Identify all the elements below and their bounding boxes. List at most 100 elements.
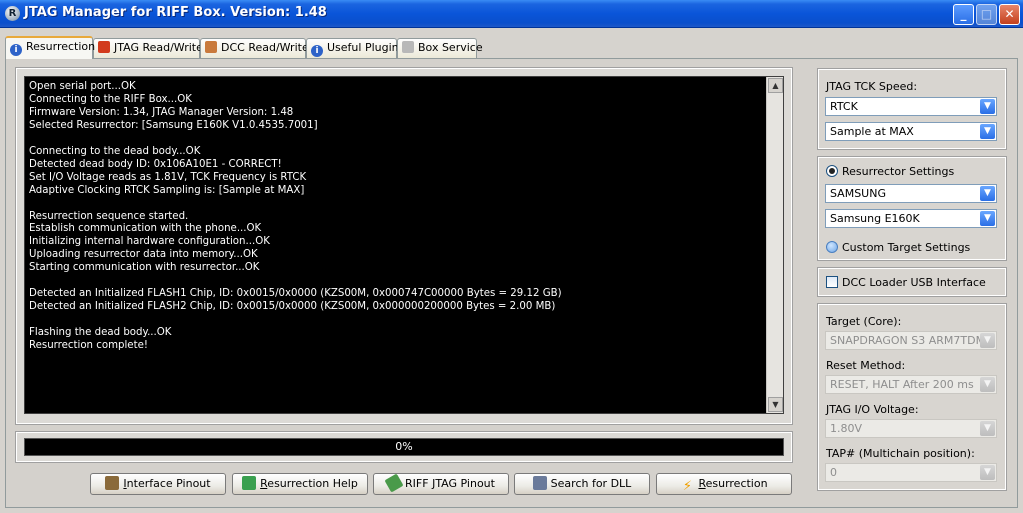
btn-mnemonic: R	[698, 477, 706, 490]
log-line: Firmware Version: 1.34, JTAG Manager Ver…	[29, 106, 294, 118]
cable-icon	[384, 473, 404, 493]
riff-jtag-pinout-button[interactable]: RIFF JTAG Pinout	[373, 473, 509, 495]
combo-value: SAMSUNG	[830, 187, 886, 200]
combo-value: Sample at MAX	[830, 125, 914, 138]
book-icon	[205, 41, 217, 53]
dropdown-arrow-icon[interactable]: ▼	[980, 211, 995, 226]
target-core-label: Target (Core):	[826, 315, 902, 328]
dropdown-arrow-icon[interactable]: ▼	[980, 186, 995, 201]
scroll-up-icon[interactable]: ▲	[768, 78, 783, 93]
tab-box-service[interactable]: Box Service	[397, 38, 483, 58]
log-scrollbar[interactable]: ▲ ▼	[766, 77, 783, 413]
log-line: Resurrection sequence started.	[29, 210, 189, 222]
log-line: Resurrection complete!	[29, 340, 148, 352]
sampling-select[interactable]: Sample at MAX ▼	[825, 122, 997, 141]
tck-speed-select[interactable]: RTCK ▼	[825, 97, 997, 116]
tab-dcc-read-write[interactable]: DCC Read/Write	[200, 38, 309, 58]
btn-text: RIFF JTAG Pinout	[405, 477, 495, 490]
dropdown-arrow-icon[interactable]: ▼	[980, 421, 995, 436]
io-voltage-select[interactable]: 1.80V ▼	[825, 419, 997, 438]
tab-label: DCC Read/Write	[221, 41, 309, 54]
chip-icon	[98, 41, 110, 53]
dropdown-arrow-icon[interactable]: ▼	[980, 124, 995, 139]
progress-text: 0%	[395, 440, 413, 453]
scroll-down-icon[interactable]: ▼	[768, 397, 783, 412]
maximize-button[interactable]: □	[976, 4, 997, 25]
combo-value: 1.80V	[830, 422, 863, 435]
interface-pinout-button[interactable]: Interface Pinout	[90, 473, 226, 495]
resurrection-help-button[interactable]: Resurrection Help	[232, 473, 368, 495]
log-line: Establish communication with the phone..…	[29, 223, 262, 235]
log-line: Adaptive Clocking RTCK Sampling is: [Sam…	[29, 184, 305, 196]
log-line: Set I/O Voltage reads as 1.81V, TCK Freq…	[29, 171, 307, 183]
minimize-button[interactable]: _	[953, 4, 974, 25]
log-line: Detected an Initialized FLASH1 Chip, ID:…	[29, 288, 562, 300]
log-line: Connecting to the dead body...OK	[29, 145, 201, 157]
app-window: R JTAG Manager for RIFF Box. Version: 1.…	[0, 0, 1023, 513]
box-icon	[402, 41, 414, 53]
combo-value: SNAPDRAGON S3 ARM7TDMI	[830, 334, 989, 347]
tab-resurrection[interactable]: i Resurrection	[5, 36, 96, 59]
combo-value: 0	[830, 466, 837, 479]
tck-speed-label: JTAG TCK Speed:	[826, 80, 918, 93]
tab-label: Useful Plugins	[327, 41, 405, 54]
resurrector-settings-radio[interactable]	[826, 165, 838, 177]
window-title: JTAG Manager for RIFF Box. Version: 1.48	[24, 5, 327, 20]
tab-label: JTAG Read/Write	[114, 41, 203, 54]
io-voltage-label: JTAG I/O Voltage:	[826, 403, 919, 416]
tab-label: Box Service	[418, 41, 483, 54]
btn-text: esurrection Help	[267, 477, 358, 490]
dropdown-arrow-icon[interactable]: ▼	[980, 99, 995, 114]
manufacturer-select[interactable]: SAMSUNG ▼	[825, 184, 997, 203]
reset-method-select[interactable]: RESET, HALT After 200 ms ▼	[825, 375, 997, 394]
search-dll-button[interactable]: Search for DLL	[514, 473, 650, 495]
target-core-select[interactable]: SNAPDRAGON S3 ARM7TDMI ▼	[825, 331, 997, 350]
help-book-icon	[242, 476, 257, 490]
log-line: Connecting to the RIFF Box...OK	[29, 93, 192, 105]
log-text: Open serial port...OK Connecting to the R…	[29, 81, 764, 353]
log-line: Initializing internal hardware configura…	[29, 236, 270, 248]
close-button[interactable]: ✕	[999, 4, 1020, 25]
dropdown-arrow-icon[interactable]: ▼	[980, 465, 995, 480]
custom-target-label: Custom Target Settings	[842, 241, 971, 254]
combo-value: RTCK	[830, 100, 858, 113]
tab-label: Resurrection	[26, 40, 96, 53]
app-logo-icon: R	[5, 6, 20, 21]
reset-method-label: Reset Method:	[826, 359, 906, 372]
combo-value: RESET, HALT After 200 ms	[830, 378, 974, 391]
resurrector-settings-label: Resurrector Settings	[842, 165, 955, 178]
search-dll-icon	[532, 476, 547, 490]
tap-select[interactable]: 0 ▼	[825, 463, 997, 482]
btn-text: nterface Pinout	[126, 477, 211, 490]
resurrection-button[interactable]: ⚡ Resurrection	[656, 473, 792, 495]
plug-icon	[105, 476, 120, 490]
progress-bar: 0%	[24, 438, 784, 456]
tab-jtag-read-write[interactable]: JTAG Read/Write	[93, 38, 203, 58]
log-line: Detected an Initialized FLASH2 Chip, ID:…	[29, 301, 556, 313]
log-line: Starting communication with resurrector.…	[29, 262, 260, 274]
dropdown-arrow-icon[interactable]: ▼	[980, 377, 995, 392]
custom-target-radio[interactable]	[826, 241, 838, 253]
tap-label: TAP# (Multichain position):	[826, 447, 975, 460]
log-line: Selected Resurrector: [Samsung E160K V1.…	[29, 119, 318, 131]
log-line: Flashing the dead body...OK	[29, 327, 172, 339]
dcc-loader-checkbox[interactable]	[826, 276, 838, 288]
info-icon: i	[311, 45, 323, 57]
log-line: Uploading resurrector data into memory..…	[29, 249, 258, 261]
log-output[interactable]: Open serial port...OK Connecting to the R…	[24, 76, 784, 414]
log-line: Detected dead body ID: 0x106A10E1 - CORR…	[29, 158, 282, 170]
btn-text: Search for DLL	[550, 477, 632, 490]
log-line: Open serial port...OK	[29, 81, 136, 92]
btn-text: esurrection	[705, 477, 768, 490]
model-select[interactable]: Samsung E160K ▼	[825, 209, 997, 228]
combo-value: Samsung E160K	[830, 212, 920, 225]
tab-useful-plugins[interactable]: i Useful Plugins	[306, 38, 404, 58]
title-bar: R JTAG Manager for RIFF Box. Version: 1.…	[0, 0, 1023, 28]
dropdown-arrow-icon[interactable]: ▼	[980, 333, 995, 348]
dcc-loader-label: DCC Loader USB Interface	[842, 276, 986, 289]
info-icon: i	[10, 44, 22, 56]
